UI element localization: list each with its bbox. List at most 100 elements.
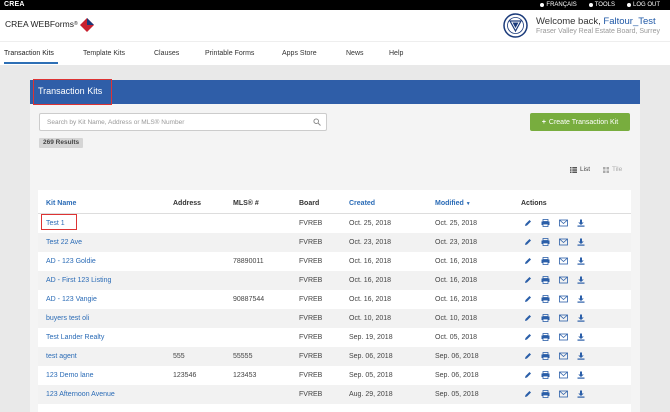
download-icon[interactable] [577,276,585,284]
edit-icon[interactable] [524,371,532,379]
email-icon[interactable] [559,371,568,379]
edit-icon[interactable] [524,257,532,265]
username-link[interactable]: Faltour_Test [603,16,655,27]
print-icon[interactable] [541,314,550,322]
print-icon[interactable] [541,371,550,379]
email-icon[interactable] [559,390,568,398]
print-icon[interactable] [541,238,550,246]
row-actions [524,276,585,284]
webforms-logo[interactable]: CREA WEBForms ® [5,18,94,32]
tile-label: Tile [612,166,623,173]
col-kit-name[interactable]: Kit Name [46,200,76,207]
tools-link[interactable]: TOOLS [588,2,615,8]
email-icon[interactable] [559,219,568,227]
main-nav: Transaction Kits Template Kits Clauses P… [0,41,670,65]
mls-cell: 55555 [233,353,253,360]
col-modified[interactable]: Modified ▼ [435,200,471,207]
welcome-message: Welcome back, Faltour_Test [536,16,656,27]
tile-icon [603,166,609,173]
tab-template-kits[interactable]: Template Kits [83,50,125,57]
email-icon[interactable] [559,276,568,284]
download-icon[interactable] [577,390,585,398]
sort-desc-icon: ▼ [465,201,471,207]
print-icon[interactable] [541,295,550,303]
board-cell: FVREB [299,258,323,265]
logout-link[interactable]: LOG OUT [626,2,660,8]
email-icon[interactable] [559,238,568,246]
download-icon[interactable] [577,314,585,322]
create-transaction-kit-button[interactable]: + Create Transaction Kit [530,113,630,131]
email-icon[interactable] [559,333,568,341]
col-modified-label: Modified [435,200,464,207]
tools-icon [588,2,593,7]
list-label: List [580,166,591,173]
edit-icon[interactable] [524,314,532,322]
tab-transaction-kits[interactable]: Transaction Kits [4,50,54,57]
kit-name-link[interactable]: buyers test oli [46,315,89,322]
email-icon[interactable] [559,257,568,265]
col-actions: Actions [521,200,547,207]
kit-name-link[interactable]: test agent [46,353,77,360]
email-icon[interactable] [559,314,568,322]
language-link[interactable]: FRANÇAIS [540,2,577,8]
email-icon[interactable] [559,295,568,303]
edit-icon[interactable] [524,219,532,227]
download-icon[interactable] [577,352,585,360]
kit-name-link[interactable]: AD - 123 Vangie [46,296,97,303]
search-icon[interactable] [313,118,321,126]
download-icon[interactable] [577,219,585,227]
logo-diamond-icon [79,18,94,32]
download-icon[interactable] [577,371,585,379]
created-cell: Oct. 16, 2018 [349,277,392,284]
edit-icon[interactable] [524,276,532,284]
edit-icon[interactable] [524,352,532,360]
kit-name-link[interactable]: 123 Demo lane [46,372,93,379]
tab-printable-forms[interactable]: Printable Forms [205,50,254,57]
created-cell: Sep. 06, 2018 [349,353,393,360]
edit-icon[interactable] [524,390,532,398]
print-icon[interactable] [541,257,550,265]
tab-clauses[interactable]: Clauses [154,50,179,57]
kit-name-link[interactable]: Test Lander Realty [46,334,104,341]
col-created[interactable]: Created [349,200,375,207]
print-icon[interactable] [541,219,550,227]
table-header: Kit Name Address MLS® # Board Created Mo… [38,190,631,214]
search-input[interactable] [39,113,327,131]
kit-name-link[interactable]: AD - First 123 Listing [46,277,111,284]
download-icon[interactable] [577,295,585,303]
print-icon[interactable] [541,333,550,341]
language-icon [540,2,545,7]
modified-cell: Oct. 16, 2018 [435,296,478,303]
board-name: Fraser Valley Real Estate Board, Surrey [536,28,660,35]
created-cell: Oct. 16, 2018 [349,296,392,303]
title-highlight-box [33,79,112,105]
created-cell: Oct. 25, 2018 [349,220,392,227]
edit-icon[interactable] [524,295,532,303]
modified-cell: Oct. 16, 2018 [435,258,478,265]
tab-apps-store[interactable]: Apps Store [282,50,317,57]
print-icon[interactable] [541,276,550,284]
modified-cell: Oct. 16, 2018 [435,277,478,284]
print-icon[interactable] [541,390,550,398]
email-icon[interactable] [559,352,568,360]
download-icon[interactable] [577,257,585,265]
kit-name-link[interactable]: Test 22 Ave [46,239,82,246]
edit-icon[interactable] [524,238,532,246]
table-row: AD - 123 Vangie 90887544 FVREB Oct. 16, … [38,290,631,309]
tile-view-toggle[interactable]: Tile [603,166,622,173]
download-icon[interactable] [577,333,585,341]
board-cell: FVREB [299,220,323,227]
address-cell: 123546 [173,372,197,379]
download-icon[interactable] [577,238,585,246]
kit-name-link[interactable]: 123 Afternoon Avenue [46,391,115,398]
edit-icon[interactable] [524,333,532,341]
col-mls: MLS® # [233,200,259,207]
board-cell: FVREB [299,277,323,284]
print-icon[interactable] [541,352,550,360]
logo-text: CREA WEBForms [5,19,74,29]
list-view-toggle[interactable]: List [570,166,590,173]
table-row: Test 1 FVREB Oct. 25, 2018 Oct. 25, 2018 [38,214,631,233]
kit-name-link[interactable]: AD - 123 Goldie [46,258,96,265]
tab-help[interactable]: Help [389,50,403,57]
tab-news[interactable]: News [346,50,364,57]
